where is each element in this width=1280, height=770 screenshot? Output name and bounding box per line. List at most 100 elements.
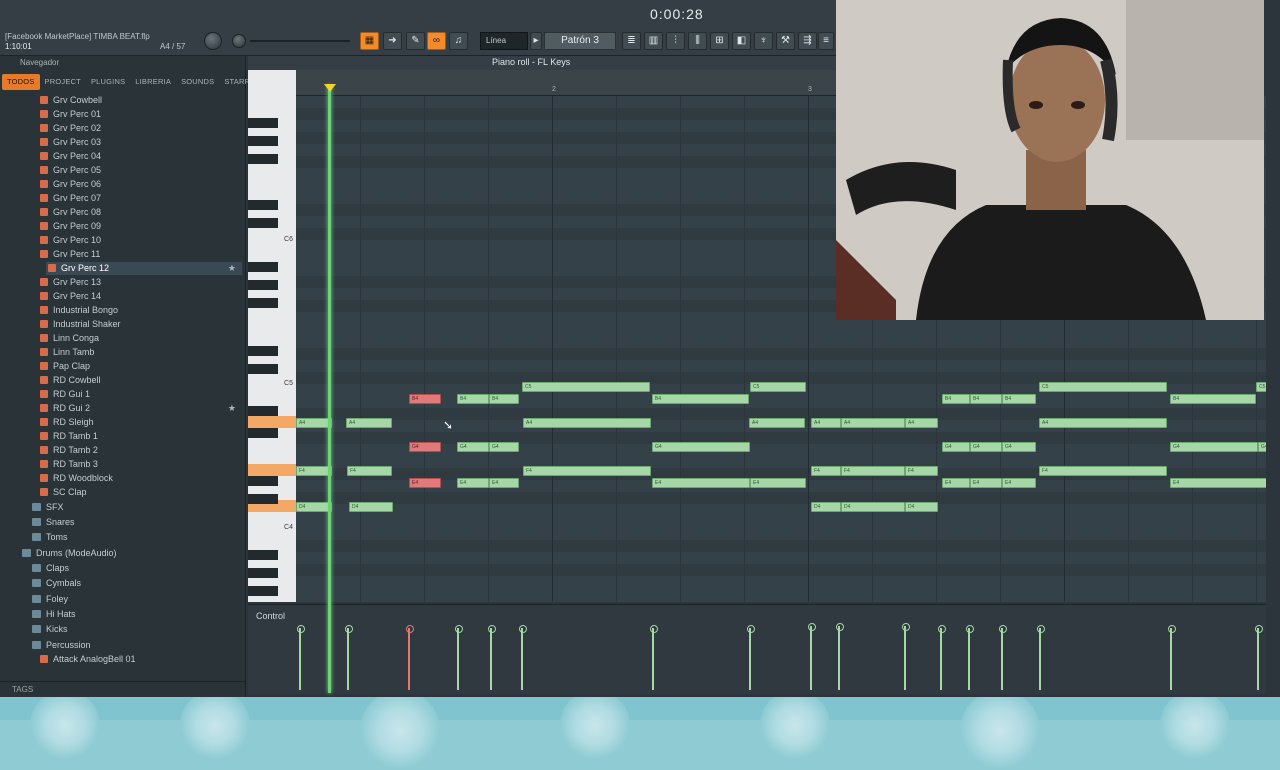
note[interactable]: F4 (523, 466, 651, 476)
note[interactable]: E4 (942, 478, 970, 488)
velocity-bar[interactable] (966, 625, 974, 690)
folder-cymbals[interactable]: Cymbals (32, 577, 81, 590)
list-item[interactable]: SC Clap (40, 486, 87, 499)
help-icon[interactable]: ≡ (818, 32, 834, 50)
snap-select[interactable]: Línea (480, 32, 528, 50)
list-item-selected[interactable]: Grv Perc 12 ★ (46, 262, 242, 275)
browser-icon[interactable]: ⊞ (710, 32, 729, 50)
note-selected[interactable]: G4 (409, 442, 441, 452)
velocity-bar[interactable] (519, 625, 527, 690)
tab-project[interactable]: PROJECT (40, 74, 86, 90)
velocity-bar[interactable] (808, 623, 816, 690)
note[interactable]: A4 (841, 418, 905, 428)
playhead-marker[interactable] (324, 84, 336, 92)
velocity-bar[interactable] (938, 625, 946, 690)
folder-toms[interactable]: Toms (32, 531, 68, 544)
note[interactable]: A4 (905, 418, 938, 428)
velocity-bar[interactable] (747, 625, 755, 690)
velocity-bar[interactable] (650, 625, 658, 690)
velocity-bar[interactable] (902, 623, 910, 690)
list-item[interactable]: RD Woodblock (40, 472, 113, 485)
note[interactable]: A4 (523, 418, 651, 428)
list-item[interactable]: Grv Perc 02 (40, 122, 101, 135)
note[interactable]: E4 (1170, 478, 1268, 488)
note[interactable]: G4 (489, 442, 519, 452)
velocity-bar[interactable] (999, 625, 1007, 690)
master-pitch-knob[interactable] (232, 34, 246, 48)
note[interactable]: D4 (905, 502, 938, 512)
arrow-right-icon[interactable]: ➜ (383, 32, 402, 50)
list-item[interactable]: Grv Perc 10 (40, 234, 101, 247)
list-item[interactable]: Grv Perc 03 (40, 136, 101, 149)
list-item[interactable]: Grv Perc 09 (40, 220, 101, 233)
tab-todos[interactable]: TODOS (2, 74, 40, 90)
piano-roll-icon[interactable]: ▦ (360, 32, 379, 50)
note[interactable]: G4 (942, 442, 970, 452)
note[interactable]: E4 (457, 478, 489, 488)
mic-icon[interactable]: ♆ (754, 32, 773, 50)
list-item[interactable]: Grv Perc 07 (40, 192, 101, 205)
note[interactable]: E4 (1002, 478, 1036, 488)
list-item[interactable]: Grv Cowbell (40, 94, 102, 107)
velocity-bar[interactable] (345, 625, 353, 690)
channel-rack-icon[interactable]: ▥ (644, 32, 663, 50)
list-item[interactable]: Grv Perc 11 (40, 248, 100, 261)
list-item[interactable]: Industrial Shaker (40, 318, 121, 331)
folder-claps[interactable]: Claps (32, 562, 69, 575)
pencil-icon[interactable]: ✎ (406, 32, 425, 50)
list-item[interactable]: RD Tamb 1 (40, 430, 98, 443)
note[interactable]: D4 (296, 502, 332, 512)
note[interactable]: A4 (1039, 418, 1167, 428)
note[interactable]: D4 (811, 502, 841, 512)
note[interactable]: G4 (970, 442, 1002, 452)
piano-keyboard[interactable]: C6 C5 C4 (248, 70, 296, 602)
list-item[interactable]: Grv Perc 13 (40, 276, 101, 289)
list-item[interactable]: Grv Perc 01 (40, 108, 101, 121)
list-item[interactable]: RD Gui 1 (40, 388, 90, 401)
tab-sounds[interactable]: SOUNDS (176, 74, 219, 90)
tab-libreria[interactable]: LIBRERIA (130, 74, 176, 90)
velocity-bar[interactable] (836, 623, 844, 690)
velocity-bar[interactable] (297, 625, 305, 690)
list-item[interactable]: Pap Clap (40, 360, 90, 373)
playlist-icon[interactable]: ≣ (622, 32, 641, 50)
note[interactable]: G4 (1170, 442, 1258, 452)
tags-bar[interactable]: TAGS (0, 681, 246, 697)
list-item[interactable]: RD Cowbell (40, 374, 101, 387)
note[interactable]: A4 (346, 418, 392, 428)
plugin-icon[interactable]: ◧ (732, 32, 751, 50)
folder-foley[interactable]: Foley (32, 593, 68, 606)
note[interactable]: E4 (652, 478, 750, 488)
folder-sfx[interactable]: SFX (32, 501, 64, 514)
note[interactable]: B4 (1170, 394, 1256, 404)
list-item[interactable]: Linn Tamb (40, 346, 94, 359)
timeline-ruler[interactable]: 2 3 (296, 70, 836, 96)
pattern-select[interactable]: Patrón 3 (544, 32, 616, 50)
list-item[interactable]: Grv Perc 14 (40, 290, 101, 303)
note[interactable]: E4 (970, 478, 1002, 488)
list-item[interactable]: RD Tamb 3 (40, 458, 98, 471)
note[interactable]: C5 (522, 382, 650, 392)
note[interactable]: B4 (489, 394, 519, 404)
note[interactable]: C5 (750, 382, 806, 392)
note[interactable]: B4 (1002, 394, 1036, 404)
tool-icon[interactable]: ⚒ (776, 32, 795, 50)
velocity-bar[interactable] (1255, 625, 1263, 690)
list-item[interactable]: Attack AnalogBell 01 (40, 653, 136, 666)
list-item[interactable]: Grv Perc 08 (40, 206, 101, 219)
folder-hi-hats[interactable]: Hi Hats (32, 608, 76, 621)
note[interactable]: D4 (841, 502, 905, 512)
velocity-bar[interactable] (1168, 625, 1176, 690)
link-icon[interactable]: ∞ (427, 32, 446, 50)
note[interactable]: F4 (811, 466, 841, 476)
note[interactable]: C5 (1039, 382, 1167, 392)
master-slider[interactable] (250, 40, 350, 42)
metronome-icon[interactable]: ♫ (449, 32, 468, 50)
note[interactable]: F4 (296, 466, 332, 476)
note[interactable]: G4 (652, 442, 750, 452)
velocity-bar[interactable] (1037, 625, 1045, 690)
note[interactable]: G4 (1002, 442, 1036, 452)
note[interactable]: B4 (970, 394, 1002, 404)
list-item[interactable]: Linn Conga (40, 332, 99, 345)
folder-percussion[interactable]: Percussion (32, 639, 91, 652)
